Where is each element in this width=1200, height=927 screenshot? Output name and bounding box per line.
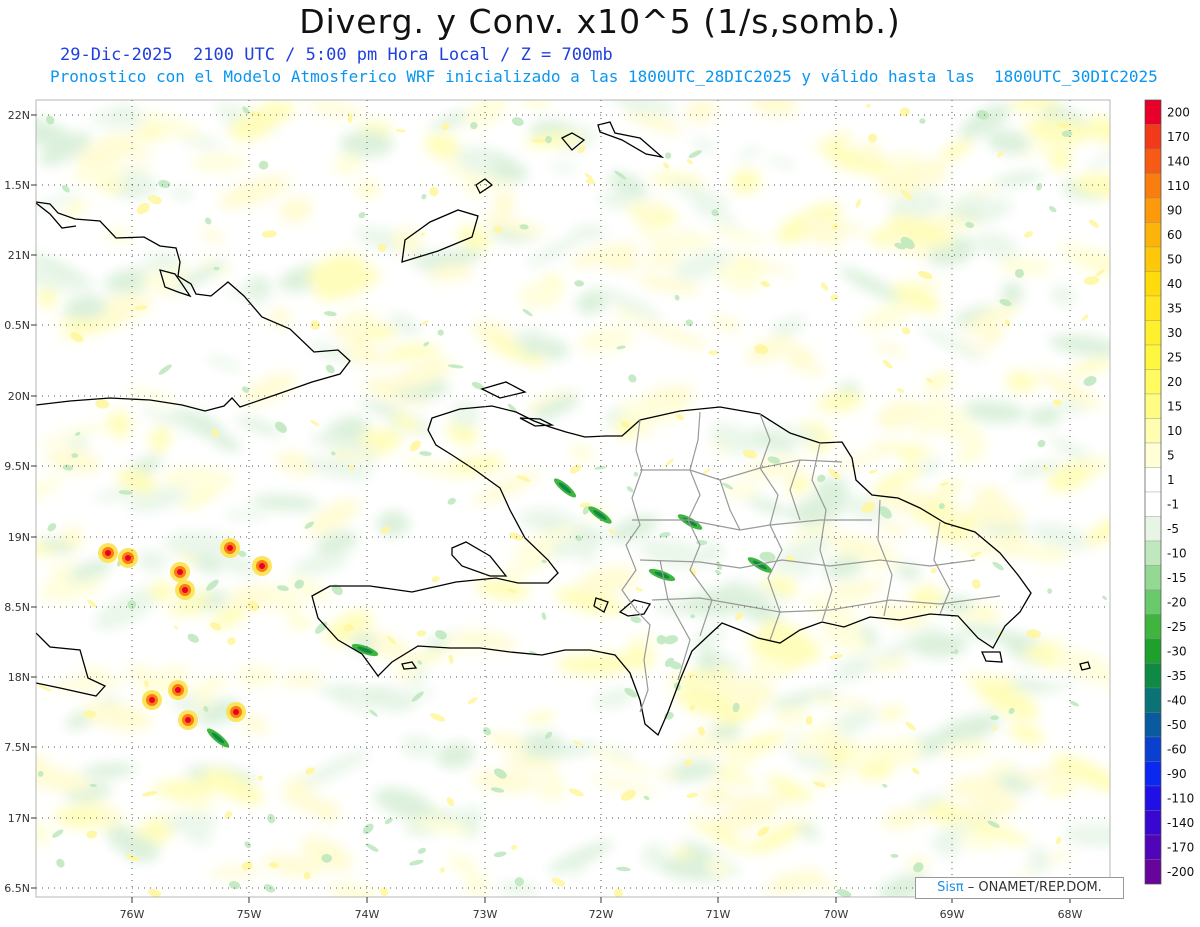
legend-label: 10 (1167, 424, 1182, 438)
legend-label: 30 (1167, 326, 1182, 340)
legend-swatch (1144, 197, 1162, 223)
legend-swatch (1144, 736, 1162, 762)
legend-label: -60 (1167, 743, 1187, 757)
legend-swatch (1144, 516, 1162, 542)
legend-swatch (1144, 271, 1162, 297)
legend-label: 90 (1167, 204, 1182, 218)
lon-label: 72W (589, 908, 614, 921)
lat-label: 18N (8, 671, 30, 684)
legend-swatch (1144, 565, 1162, 591)
legend-swatch (1144, 810, 1162, 836)
lon-label: 75W (237, 908, 262, 921)
legend-swatch (1144, 320, 1162, 346)
legend-label: -30 (1167, 645, 1187, 659)
legend-label: -50 (1167, 718, 1187, 732)
legend-swatch (1144, 540, 1162, 566)
legend-swatch (1144, 785, 1162, 811)
lat-label: 7.5N (4, 741, 30, 754)
lat-label: 19N (8, 531, 30, 544)
lat-label: 20N (8, 390, 30, 403)
legend-swatch (1144, 295, 1162, 321)
legend-swatch (1144, 614, 1162, 640)
legend-label: -5 (1167, 522, 1179, 536)
legend-swatch (1144, 246, 1162, 272)
legend-swatch (1144, 687, 1162, 713)
legend-label: -25 (1167, 620, 1187, 634)
legend-swatch (1144, 148, 1162, 174)
legend-label: -140 (1167, 816, 1194, 830)
legend-swatch (1144, 173, 1162, 199)
lon-label: 73W (473, 908, 498, 921)
lat-label: 8.5N (4, 601, 30, 614)
legend-label: -10 (1167, 547, 1187, 561)
legend-swatch (1144, 124, 1162, 150)
legend-label: 5 (1167, 449, 1175, 463)
legend-label: -35 (1167, 669, 1187, 683)
legend-label: -90 (1167, 767, 1187, 781)
legend-label: -110 (1167, 792, 1194, 806)
color-legend: 200 170 140 110 90 60 50 40 35 30 25 20 15 10 5 1 -1 -5 -1… (1144, 99, 1194, 885)
lon-label: 76W (120, 908, 145, 921)
legend-label: 200 (1167, 106, 1190, 120)
lat-label: 1.5N (4, 179, 30, 192)
lat-label: 17N (8, 812, 30, 825)
legend-swatch (1144, 467, 1162, 493)
credit-box: Sisπ – ONAMET/REP.DOM. (915, 877, 1124, 899)
legend-swatch (1144, 369, 1162, 395)
legend-label: 25 (1167, 351, 1182, 365)
lon-label: 68W (1058, 908, 1083, 921)
legend-swatch (1144, 418, 1162, 444)
legend-label: 50 (1167, 253, 1182, 267)
forecast-map: 22N 1.5N 21N 0.5N 20N 9.5N 19N 8.5N 18N 7.5N 17N 6.… (4, 99, 1194, 921)
legend-swatch (1144, 344, 1162, 370)
lon-label: 71W (706, 908, 731, 921)
latitude-labels: 22N 1.5N 21N 0.5N 20N 9.5N 19N 8.5N 18N 7.5N 17N 6.… (4, 109, 36, 895)
legend-label: 170 (1167, 130, 1190, 144)
legend-label: 1 (1167, 473, 1175, 487)
lon-label: 70W (824, 908, 849, 921)
longitude-labels: 76W 75W 74W 73W 72W 71W 70W 69W 68W (120, 897, 1083, 921)
legend-swatch (1144, 222, 1162, 248)
sispi-logo-text: Sisπ (937, 880, 964, 895)
legend-label: 110 (1167, 179, 1190, 193)
lat-label: 6.5N (4, 882, 30, 895)
legend-swatch (1144, 638, 1162, 664)
legend-swatch (1144, 712, 1162, 738)
legend-swatch (1144, 761, 1162, 787)
lon-label: 74W (355, 908, 380, 921)
legend-label: -170 (1167, 841, 1194, 855)
lon-label: 69W (940, 908, 965, 921)
legend-swatch (1144, 99, 1162, 125)
lat-label: 22N (8, 109, 30, 122)
lat-label: 9.5N (4, 460, 30, 473)
legend-swatch (1144, 859, 1162, 885)
credit-text: – ONAMET/REP.DOM. (967, 880, 1102, 895)
legend-swatch (1144, 393, 1162, 419)
legend-swatch (1144, 491, 1162, 517)
legend-label: 15 (1167, 400, 1182, 414)
lat-label: 21N (8, 249, 30, 262)
legend-label: -200 (1167, 865, 1194, 879)
lat-label: 0.5N (4, 319, 30, 332)
legend-label: 60 (1167, 228, 1182, 242)
legend-label: -20 (1167, 596, 1187, 610)
legend-swatch (1144, 834, 1162, 860)
legend-label: -15 (1167, 571, 1187, 585)
legend-swatch (1144, 442, 1162, 468)
legend-label: 35 (1167, 302, 1182, 316)
legend-label: 140 (1167, 155, 1190, 169)
legend-label: -1 (1167, 498, 1179, 512)
legend-swatch (1144, 663, 1162, 689)
legend-swatch (1144, 589, 1162, 615)
legend-label: -40 (1167, 694, 1187, 708)
legend-label: 20 (1167, 375, 1182, 389)
legend-label: 40 (1167, 277, 1182, 291)
